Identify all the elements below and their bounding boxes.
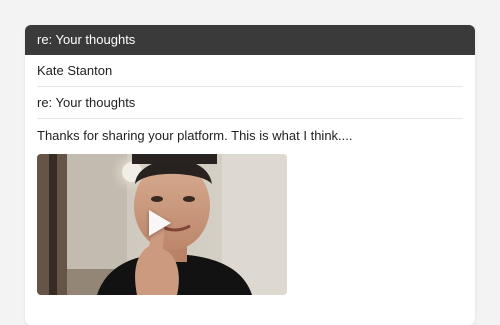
- email-card: re: Your thoughts Kate Stanton re: Your …: [25, 25, 475, 325]
- email-subject: re: Your thoughts: [37, 95, 136, 110]
- email-title-bar: re: Your thoughts: [25, 25, 475, 55]
- email-window-title: re: Your thoughts: [37, 32, 136, 47]
- email-body: Thanks for sharing your platform. This i…: [37, 128, 353, 143]
- sender-row: Kate Stanton: [37, 55, 463, 87]
- play-icon[interactable]: [149, 210, 171, 236]
- subject-row: re: Your thoughts: [37, 87, 463, 119]
- video-player[interactable]: [37, 154, 287, 295]
- sender-name: Kate Stanton: [37, 63, 113, 78]
